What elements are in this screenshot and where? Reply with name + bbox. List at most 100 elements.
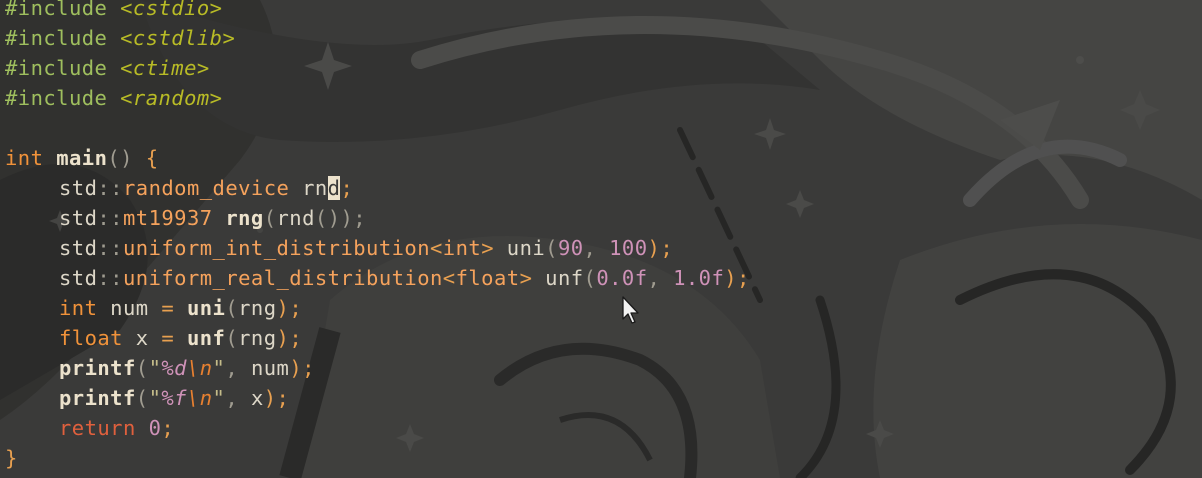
code-token: \n	[186, 386, 213, 410]
code-line[interactable]	[5, 113, 750, 143]
code-line[interactable]: std::mt19937 rng(rnd());	[5, 203, 750, 233]
code-token: %d	[161, 356, 187, 380]
code-token: =	[161, 326, 175, 350]
code-token: ::	[97, 266, 123, 290]
code-line[interactable]: #include <ctime>	[5, 53, 750, 83]
code-token: mt19937	[122, 206, 213, 230]
code-token: #include	[5, 0, 121, 20]
code-token: ;	[340, 176, 354, 200]
code-line[interactable]: }	[5, 443, 750, 473]
code-token: <	[430, 236, 443, 260]
code-token: ());	[314, 206, 367, 230]
code-token: std	[59, 206, 98, 230]
code-line[interactable]: #include <random>	[5, 83, 750, 113]
code-token: }	[5, 446, 18, 470]
code-line[interactable]: std::uniform_real_distribution<float> un…	[5, 263, 750, 293]
code-token: rnd	[276, 206, 315, 230]
code-token: (	[225, 326, 239, 350]
code-token: 100	[609, 236, 648, 260]
code-token: uni	[186, 296, 226, 320]
code-token: printf	[59, 386, 136, 410]
code-line[interactable]: return 0;	[5, 413, 750, 443]
code-token: rn	[289, 176, 328, 200]
code-token: );	[263, 386, 290, 410]
code-token: "	[148, 386, 162, 410]
code-token: ,	[225, 386, 251, 410]
code-token: unf	[532, 266, 584, 290]
code-token: (	[583, 266, 597, 290]
code-token: num	[97, 296, 162, 320]
code-token: );	[276, 326, 303, 350]
code-token: <random>	[120, 86, 223, 110]
code-token: (	[263, 206, 277, 230]
code-token: <ctime>	[120, 56, 210, 80]
code-token: 1.0f	[673, 266, 725, 290]
code-token: int	[59, 296, 98, 320]
code-token: (	[135, 356, 149, 380]
code-token: =	[161, 296, 175, 320]
code-token: return	[59, 416, 136, 440]
code-line[interactable]: std::random_device rnd;	[5, 173, 750, 203]
code-token: ,	[583, 236, 610, 260]
code-token: unf	[186, 326, 226, 350]
code-line[interactable]: #include <cstdlib>	[5, 23, 750, 53]
code-token: 0.0f	[596, 266, 648, 290]
code-token: ()	[107, 146, 133, 170]
code-token: \n	[186, 356, 213, 380]
text-cursor: d	[327, 176, 341, 200]
arrow-pointer-icon	[622, 296, 639, 324]
code-token: "	[212, 386, 226, 410]
code-token: );	[647, 236, 674, 260]
code-token: ,	[647, 266, 674, 290]
code-token: uni	[493, 236, 546, 260]
code-line[interactable]: printf("%d\n", num);	[5, 353, 750, 383]
code-line[interactable]: std::uniform_int_distribution<int> uni(9…	[5, 233, 750, 263]
code-token: );	[289, 356, 315, 380]
code-token: (	[135, 386, 149, 410]
code-token: num	[250, 356, 290, 380]
code-line[interactable]: #include <cstdio>	[5, 0, 750, 23]
code-token: x	[122, 326, 162, 350]
code-token: %f	[161, 386, 187, 410]
code-token: );	[724, 266, 750, 290]
code-token: rng	[225, 206, 264, 230]
code-token: ,	[225, 356, 251, 380]
code-token: rng	[238, 326, 277, 350]
code-token: >	[519, 266, 533, 290]
code-editor[interactable]: #include <cstdio> #include <cstdlib> #incl…	[5, 0, 750, 473]
code-token: {	[132, 146, 159, 170]
code-line[interactable]: printf("%f\n", x);	[5, 383, 750, 413]
code-token: std	[59, 266, 98, 290]
code-token: "	[212, 356, 226, 380]
code-token: uniform_int_distribution	[122, 236, 430, 260]
code-token: random_device	[122, 176, 290, 200]
code-token: rng	[238, 296, 277, 320]
code-token: <cstdio>	[120, 0, 223, 20]
code-token: #include	[5, 56, 121, 80]
code-token: std	[59, 236, 98, 260]
code-token: (	[225, 296, 239, 320]
code-line[interactable]: int main() {	[5, 143, 750, 173]
code-token: (	[545, 236, 558, 260]
code-token: ::	[97, 176, 123, 200]
code-token: printf	[59, 356, 136, 380]
code-token: float	[455, 266, 520, 290]
code-token: ::	[97, 236, 123, 260]
code-token: );	[276, 296, 303, 320]
code-token: main	[56, 146, 108, 170]
code-token: "	[148, 356, 162, 380]
code-token: ::	[97, 206, 123, 230]
code-token: uniform_real_distribution	[122, 266, 443, 290]
code-line[interactable]: float x = unf(rng);	[5, 323, 750, 353]
code-token: <	[442, 266, 456, 290]
code-token: >	[481, 236, 494, 260]
code-token: <cstdlib>	[120, 26, 236, 50]
code-token: int	[442, 236, 482, 260]
code-token: x	[250, 386, 264, 410]
code-token: #include	[5, 26, 121, 50]
code-token: #include	[5, 86, 121, 110]
